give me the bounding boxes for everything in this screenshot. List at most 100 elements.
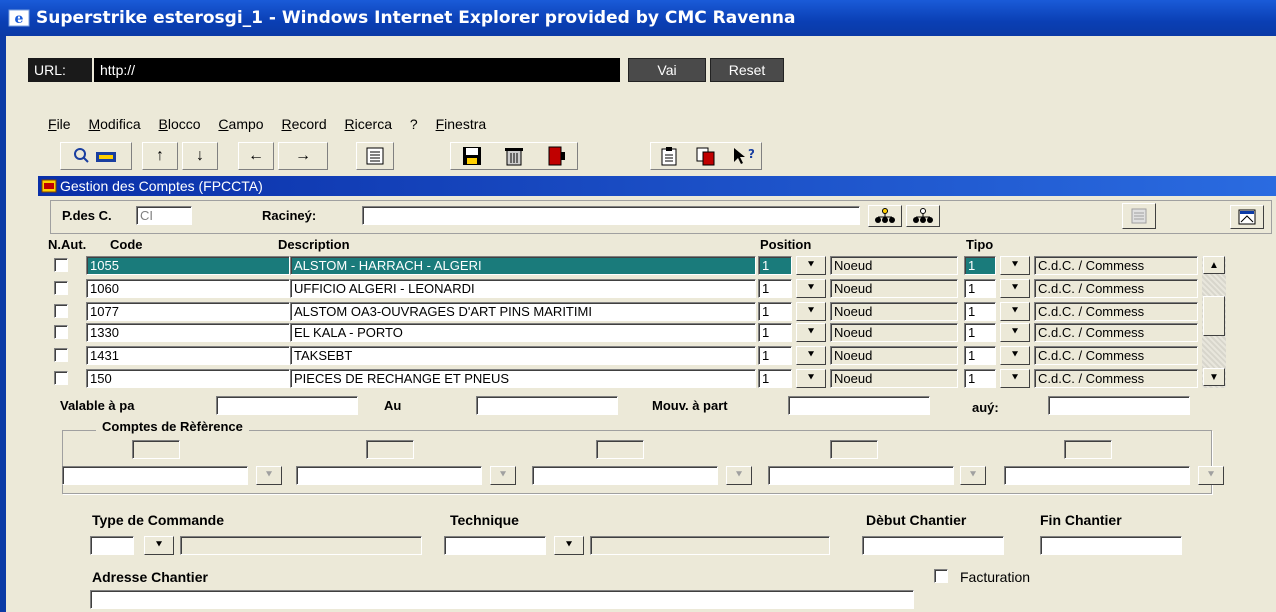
ref-dropdown-5[interactable]: ⯆ <box>1198 466 1224 485</box>
ref-code-5[interactable] <box>1064 440 1112 459</box>
table-cell-description[interactable]: UFFICIO ALGERI - LEONARDI <box>290 279 756 298</box>
scroll-down-button[interactable]: ▼ <box>1203 368 1225 386</box>
table-cell-code[interactable]: 1055 <box>86 256 290 275</box>
table-scrollbar[interactable]: ▲ ▼ <box>1202 256 1226 388</box>
racine-input[interactable] <box>362 206 860 225</box>
table-cell-description[interactable]: ALSTOM - HARRACH - ALGERI <box>290 256 756 275</box>
table-cell-position[interactable]: 1 <box>758 279 792 298</box>
menu-finestra[interactable]: Finestra <box>436 116 487 132</box>
copy-icon[interactable] <box>695 146 717 166</box>
ref-code-4[interactable] <box>830 440 878 459</box>
tree-expand-button[interactable] <box>868 205 902 227</box>
row-checkbox[interactable] <box>54 371 68 385</box>
next-record-button[interactable]: → <box>278 142 328 170</box>
url-input[interactable]: http:// <box>94 58 620 82</box>
position-dropdown-button[interactable]: ⯆ <box>796 369 826 388</box>
tipo-dropdown-button[interactable]: ⯆ <box>1000 279 1030 298</box>
prev-block-button[interactable]: ↑ <box>142 142 178 170</box>
table-cell-position[interactable]: 1 <box>758 369 792 388</box>
mouv-input[interactable] <box>788 396 930 415</box>
table-cell-tipo[interactable]: 1 <box>964 323 996 342</box>
menu-blocco[interactable]: Blocco <box>159 116 201 132</box>
table-cell-description[interactable]: ALSTOM OA3-OUVRAGES D'ART PINS MARITIMI <box>290 302 756 321</box>
ref-dropdown-2[interactable]: ⯆ <box>490 466 516 485</box>
au-input[interactable] <box>476 396 618 415</box>
save-icon[interactable] <box>461 146 483 166</box>
tipo-dropdown-button[interactable]: ⯆ <box>1000 256 1030 275</box>
tipo-dropdown-button[interactable]: ⯆ <box>1000 369 1030 388</box>
table-cell-position[interactable]: 1 <box>758 302 792 321</box>
delete-icon[interactable] <box>503 146 525 166</box>
adresse-chantier-input[interactable] <box>90 590 914 609</box>
table-cell-code[interactable]: 1330 <box>86 323 290 342</box>
ref-select-1[interactable] <box>62 466 248 485</box>
row-checkbox[interactable] <box>54 325 68 339</box>
table-cell-tipo[interactable]: 1 <box>964 302 996 321</box>
table-cell-description[interactable]: PIECES DE RECHANGE ET PNEUS <box>290 369 756 388</box>
ref-select-5[interactable] <box>1004 466 1190 485</box>
ref-code-3[interactable] <box>596 440 644 459</box>
ref-select-2[interactable] <box>296 466 482 485</box>
ref-dropdown-4[interactable]: ⯆ <box>960 466 986 485</box>
position-dropdown-button[interactable]: ⯆ <box>796 279 826 298</box>
table-cell-code[interactable]: 1077 <box>86 302 290 321</box>
tipo-dropdown-button[interactable]: ⯆ <box>1000 302 1030 321</box>
position-dropdown-button[interactable]: ⯆ <box>796 323 826 342</box>
table-cell-description[interactable]: TAKSEBT <box>290 346 756 365</box>
auy-input[interactable] <box>1048 396 1190 415</box>
go-button[interactable]: Vai <box>628 58 706 82</box>
table-cell-code[interactable]: 1060 <box>86 279 290 298</box>
table-cell-code[interactable]: 1431 <box>86 346 290 365</box>
scroll-up-button[interactable]: ▲ <box>1203 256 1225 274</box>
scroll-thumb[interactable] <box>1203 296 1225 336</box>
table-cell-position[interactable]: 1 <box>758 256 792 275</box>
menu-ricerca[interactable]: Ricerca <box>345 116 392 132</box>
table-cell-tipo[interactable]: 1 <box>964 346 996 365</box>
technique-input[interactable] <box>444 536 546 555</box>
row-checkbox[interactable] <box>54 304 68 318</box>
valable-input[interactable] <box>216 396 358 415</box>
facturation-checkbox[interactable] <box>934 569 948 583</box>
ref-code-1[interactable] <box>132 440 180 459</box>
type-commande-input[interactable] <box>90 536 134 555</box>
fin-chantier-input[interactable] <box>1040 536 1182 555</box>
menu-modifica[interactable]: Modifica <box>88 116 140 132</box>
table-cell-tipo[interactable]: 1 <box>964 256 996 275</box>
table-cell-tipo[interactable]: 1 <box>964 279 996 298</box>
technique-dropdown[interactable]: ⯆ <box>554 536 584 555</box>
help-icon[interactable]: ? <box>732 146 754 166</box>
row-checkbox[interactable] <box>54 258 68 272</box>
table-cell-position[interactable]: 1 <box>758 323 792 342</box>
tree-collapse-button[interactable] <box>906 205 940 227</box>
next-block-button[interactable]: ↓ <box>182 142 218 170</box>
list-button[interactable] <box>356 142 394 170</box>
tipo-dropdown-button[interactable]: ⯆ <box>1000 323 1030 342</box>
position-dropdown-button[interactable]: ⯆ <box>796 346 826 365</box>
table-cell-description[interactable]: EL KALA - PORTO <box>290 323 756 342</box>
menu-help[interactable]: ? <box>410 116 418 132</box>
ref-dropdown-1[interactable]: ⯆ <box>256 466 282 485</box>
ref-code-2[interactable] <box>366 440 414 459</box>
pdesc-input[interactable]: CI <box>136 206 192 225</box>
ref-select-4[interactable] <box>768 466 954 485</box>
prev-record-button[interactable]: ← <box>238 142 274 170</box>
clipboard-icon[interactable] <box>658 146 680 166</box>
ref-dropdown-3[interactable]: ⯆ <box>726 466 752 485</box>
menu-campo[interactable]: Campo <box>218 116 263 132</box>
document-button[interactable] <box>1122 203 1156 229</box>
query-button[interactable] <box>60 142 132 170</box>
table-cell-code[interactable]: 150 <box>86 369 290 388</box>
position-dropdown-button[interactable]: ⯆ <box>796 256 826 275</box>
image-button[interactable] <box>1230 205 1264 229</box>
type-commande-dropdown[interactable]: ⯆ <box>144 536 174 555</box>
tipo-dropdown-button[interactable]: ⯆ <box>1000 346 1030 365</box>
exit-icon[interactable] <box>545 146 567 166</box>
menu-record[interactable]: Record <box>281 116 326 132</box>
table-cell-tipo[interactable]: 1 <box>964 369 996 388</box>
ref-select-3[interactable] <box>532 466 718 485</box>
row-checkbox[interactable] <box>54 281 68 295</box>
debut-chantier-input[interactable] <box>862 536 1004 555</box>
row-checkbox[interactable] <box>54 348 68 362</box>
reset-button[interactable]: Reset <box>710 58 784 82</box>
position-dropdown-button[interactable]: ⯆ <box>796 302 826 321</box>
